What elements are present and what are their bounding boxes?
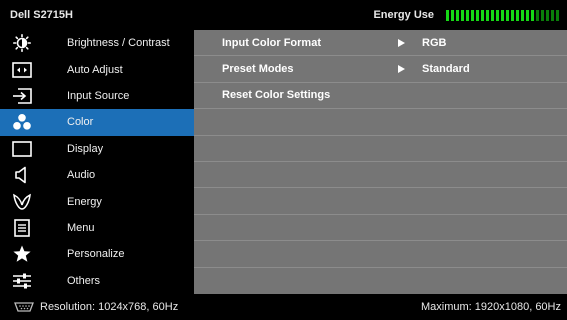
energy-meter-segment [516, 9, 519, 21]
play-arrow-icon [398, 39, 405, 47]
menu-item-label: Brightness / Contrast [67, 37, 170, 50]
color-submenu-panel: Input Color Format RGB Preset Modes Stan… [194, 30, 567, 294]
submenu-row-empty [194, 162, 567, 189]
brightness-icon [5, 34, 39, 53]
menu-item-label: Menu [67, 221, 95, 234]
monitor-model-title: Dell S2715H [10, 9, 73, 21]
menu-item-menu[interactable]: Menu [0, 215, 194, 241]
menu-item-label: Input Source [67, 89, 130, 102]
menu-list-icon [5, 219, 39, 237]
audio-icon [5, 166, 39, 184]
menu-item-others[interactable]: Others [0, 268, 194, 294]
energy-meter-segment [536, 9, 539, 21]
energy-meter-segment [526, 9, 529, 21]
submenu-row-value: Standard [422, 63, 470, 76]
energy-meter-segment [491, 9, 494, 21]
play-arrow-icon [398, 65, 405, 74]
submenu-row-value: RGB [422, 36, 447, 49]
menu-item-label: Personalize [67, 248, 125, 261]
menu-item-color[interactable]: Color [0, 109, 194, 136]
submenu-row-empty [194, 109, 567, 136]
menu-item-auto-adjust[interactable]: Auto Adjust [0, 56, 194, 82]
menu-item-display[interactable]: Display [0, 136, 194, 162]
menu-item-audio[interactable]: Audio [0, 162, 194, 188]
menu-item-label: Display [67, 142, 104, 155]
energy-meter-segment [511, 9, 514, 21]
menu-item-energy[interactable]: Energy [0, 188, 194, 214]
energy-use-label: Energy Use [373, 9, 434, 21]
energy-meter-segment [446, 9, 449, 21]
menu-item-label: Energy [67, 195, 102, 208]
menu-item-label: Color [67, 116, 94, 129]
submenu-row-preset-modes[interactable]: Preset Modes Standard [194, 56, 567, 83]
energy-meter-segment [521, 9, 524, 21]
energy-meter-segment [551, 9, 554, 21]
energy-use-indicator: Energy Use [373, 9, 561, 21]
menu-item-personalize[interactable]: Personalize [0, 241, 194, 267]
submenu-row-label: Input Color Format [222, 36, 321, 49]
energy-meter-segment [501, 9, 504, 21]
submenu-row-reset-color-settings[interactable]: Reset Color Settings [194, 83, 567, 110]
submenu-row-empty [194, 136, 567, 162]
osd-main-menu: Brightness / Contrast Auto Adjust Input … [0, 30, 194, 294]
vga-connector-icon [14, 302, 34, 312]
submenu-row-empty [194, 215, 567, 242]
energy-meter-segment [466, 9, 469, 21]
menu-item-label: Audio [67, 169, 96, 182]
energy-meter-segment [461, 9, 464, 21]
display-icon [5, 140, 39, 157]
energy-meter [446, 9, 561, 21]
menu-item-brightness-contrast[interactable]: Brightness / Contrast [0, 30, 194, 56]
status-bar: Resolution: 1024x768, 60Hz Maximum: 1920… [0, 294, 567, 320]
current-resolution: Resolution: 1024x768, 60Hz [14, 301, 178, 313]
menu-item-input-source[interactable]: Input Source [0, 83, 194, 109]
energy-meter-segment [506, 9, 509, 21]
energy-meter-segment [496, 9, 499, 21]
energy-meter-segment [456, 9, 459, 21]
resolution-text: Resolution: 1024x768, 60Hz [40, 301, 179, 313]
submenu-row-label: Reset Color Settings [222, 89, 331, 102]
menu-item-label: Others [67, 274, 101, 287]
title-bar: Dell S2715H Energy Use [0, 0, 567, 30]
energy-meter-segment [531, 9, 534, 21]
input-source-icon [5, 88, 39, 104]
energy-meter-segment [481, 9, 484, 21]
energy-meter-segment [546, 9, 549, 21]
energy-meter-segment [541, 9, 544, 21]
energy-meter-segment [476, 9, 479, 21]
submenu-row-input-color-format[interactable]: Input Color Format RGB [194, 30, 567, 57]
energy-icon [5, 193, 39, 211]
submenu-row-empty [194, 268, 567, 294]
color-icon [5, 113, 39, 131]
energy-meter-segment [451, 9, 454, 21]
menu-item-label: Auto Adjust [67, 63, 123, 76]
submenu-row-empty [194, 241, 567, 268]
submenu-row-empty [194, 188, 567, 215]
energy-meter-segment [471, 9, 474, 21]
sliders-icon [5, 272, 39, 290]
energy-meter-segment [556, 9, 559, 21]
maximum-resolution-text: Maximum: 1920x1080, 60Hz [420, 301, 561, 313]
star-icon [5, 245, 39, 263]
energy-meter-segment [486, 9, 489, 21]
auto-adjust-icon [5, 61, 39, 78]
submenu-row-label: Preset Modes [222, 63, 294, 76]
